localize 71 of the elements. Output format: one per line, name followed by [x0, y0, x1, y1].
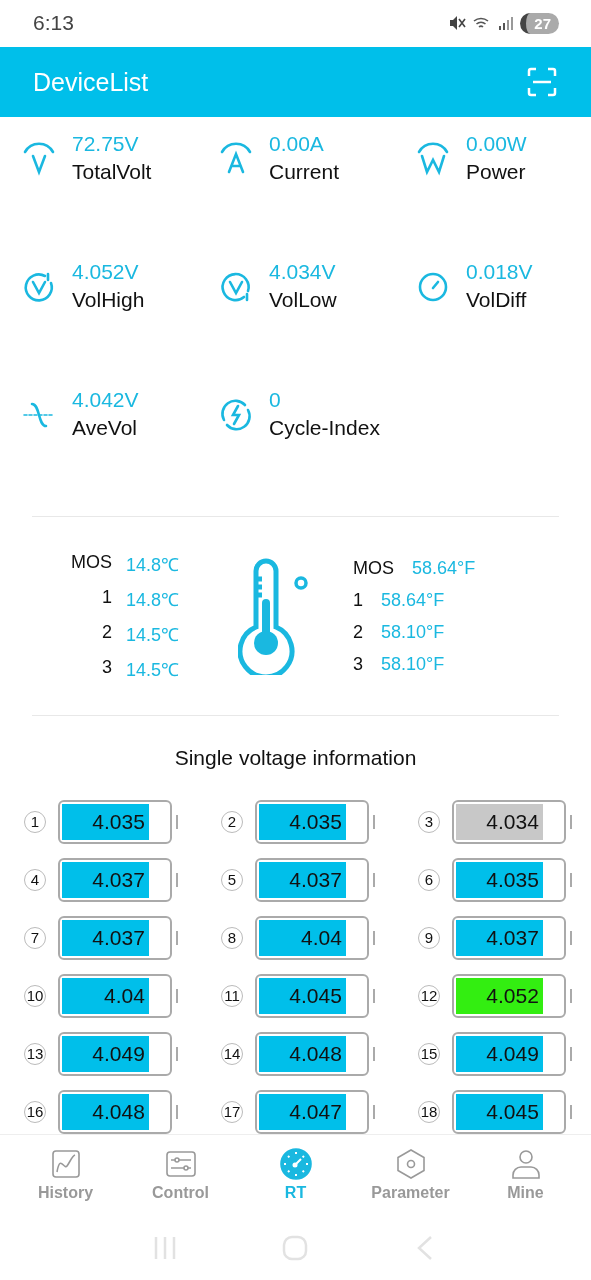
- nav-tab[interactable]: History: [10, 1148, 121, 1203]
- cell-voltage: 4.048: [289, 1041, 342, 1066]
- volt-icon: [22, 142, 56, 177]
- temperature-value: 14.5℃: [126, 623, 181, 646]
- cell-voltage: 4.037: [92, 925, 145, 950]
- sensor-label: MOS: [353, 557, 394, 579]
- nav-tab[interactable]: Mine: [470, 1148, 581, 1203]
- nav-tab[interactable]: Parameter: [355, 1148, 466, 1203]
- metric-label: TotalVolt: [72, 160, 152, 185]
- metric-value: 4.042V: [72, 388, 139, 413]
- temperature-value: 58.10°F: [381, 653, 445, 675]
- cell-voltage: 4.037: [486, 925, 539, 950]
- cell-voltage: 4.049: [486, 1041, 539, 1066]
- cell-voltage: 4.04: [104, 983, 145, 1008]
- battery-level: 27: [520, 12, 559, 34]
- cell-voltage: 4.045: [289, 983, 342, 1008]
- metric-value: 0.00A: [269, 132, 325, 157]
- metric-label: Current: [269, 160, 340, 185]
- sensor-label: 1: [101, 586, 112, 609]
- scan-icon[interactable]: [527, 67, 557, 98]
- cell-voltage: 4.037: [289, 867, 342, 892]
- sensor-label: 2: [353, 621, 363, 643]
- metric-value: 4.034V: [269, 260, 337, 285]
- sensor-label: 2: [101, 621, 112, 644]
- cell-voltage: 4.04: [301, 925, 342, 950]
- header-title: DeviceList: [33, 67, 149, 97]
- chart-icon: [49, 1148, 82, 1181]
- metric-label: VolLow: [269, 288, 337, 313]
- metric-value: 0.00W: [466, 132, 527, 157]
- user-icon: [509, 1148, 542, 1181]
- nav-tab[interactable]: Control: [125, 1148, 236, 1203]
- metric-label: AveVol: [72, 416, 138, 441]
- cell-voltage: 4.047: [289, 1099, 342, 1124]
- voltage-up-icon: [22, 270, 56, 305]
- section-title: Single voltage information: [173, 745, 418, 770]
- metric-label: VolHigh: [72, 288, 145, 313]
- metric-value: 0: [269, 388, 282, 413]
- cell-voltage: 4.048: [92, 1099, 145, 1124]
- sensor-label: 1: [353, 589, 363, 611]
- sensor-label: MOS: [70, 551, 112, 574]
- cell-voltage: 4.035: [486, 867, 539, 892]
- home-icon[interactable]: [282, 1235, 309, 1262]
- status-time: 6:13: [33, 11, 74, 36]
- temperature-value: 14.8℃: [126, 588, 181, 611]
- temperature-value: 58.64°F: [381, 589, 445, 611]
- metric-value: 4.052V: [72, 260, 140, 285]
- cell-voltage: 4.049: [92, 1041, 145, 1066]
- watt-icon: [416, 142, 450, 177]
- metric-label: VolDiff: [466, 288, 528, 313]
- temperature-value: 58.64°F: [412, 557, 476, 579]
- sensor-label: 3: [353, 653, 363, 675]
- sensor-label: 3: [101, 656, 112, 679]
- temperature-value: 58.10°F: [381, 621, 445, 643]
- signal-icon: [498, 15, 515, 32]
- cell-voltage: 4.034: [486, 809, 539, 834]
- cell-voltage: 4.052: [486, 983, 539, 1008]
- metric-label: Cycle-Index: [269, 416, 380, 441]
- cycle-icon: [219, 398, 253, 433]
- nav-tab[interactable]: RT: [240, 1148, 351, 1203]
- metric-label: Power: [466, 160, 527, 185]
- mute-icon: [448, 15, 467, 32]
- hexagon-icon: [394, 1148, 427, 1181]
- cell-voltage: 4.035: [92, 809, 145, 834]
- temperature-value: 14.8℃: [126, 553, 181, 576]
- cell-voltage: 4.037: [92, 867, 145, 892]
- metric-value: 0.018V: [466, 260, 533, 285]
- metric-value: 72.75V: [72, 132, 140, 157]
- cell-voltage: 4.035: [289, 809, 342, 834]
- cell-voltage: 4.045: [486, 1099, 539, 1124]
- temperature-value: 14.5℃: [126, 658, 181, 681]
- gauge-icon: [279, 1148, 312, 1181]
